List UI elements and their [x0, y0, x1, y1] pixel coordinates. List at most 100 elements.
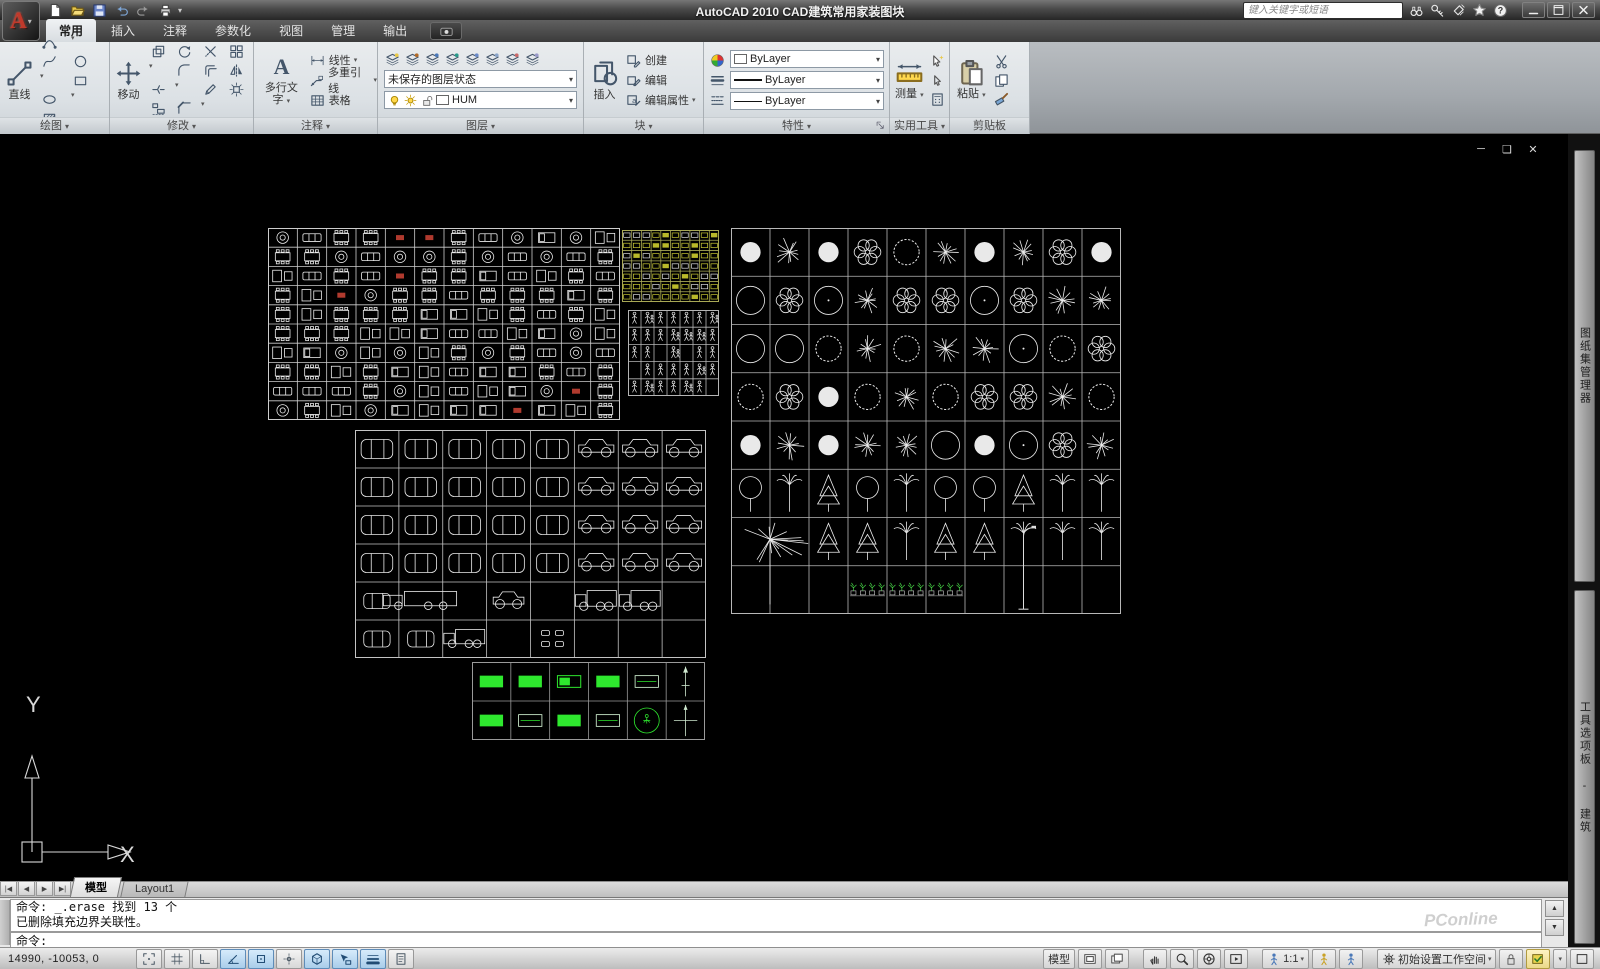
dim-icon[interactable] — [309, 52, 326, 69]
sun-icon[interactable] — [404, 92, 417, 108]
edit-block-icon[interactable] — [625, 72, 642, 89]
ribbon-tab-注释[interactable]: 注释 — [150, 19, 200, 42]
status-menu-caret[interactable]: ▾ — [1553, 949, 1567, 969]
layer-tool-1-icon[interactable] — [384, 51, 401, 67]
create-block-icon[interactable] — [625, 52, 642, 69]
layer-tool-3-icon[interactable] — [424, 51, 441, 67]
color-wheel-icon[interactable] — [709, 52, 726, 68]
ellipse-tool-button[interactable] — [40, 91, 58, 108]
annotation-scale-button[interactable]: 1:1▾ — [1262, 949, 1309, 969]
panel-title[interactable]: 修改 ▾ — [110, 117, 253, 134]
ducs-toggle-button[interactable] — [304, 949, 330, 969]
layer-tool-8-icon[interactable] — [524, 51, 541, 67]
ribbon-tab-参数化[interactable]: 参数化 — [202, 19, 264, 42]
chevron-down-icon[interactable]: ▾ — [149, 62, 172, 79]
panel-title[interactable]: 特性 ▾ — [704, 117, 889, 134]
ribbon-tab-视图[interactable]: 视图 — [266, 19, 316, 42]
layer-dropdown[interactable]: HUM▾ — [384, 91, 577, 109]
copy-tool-button[interactable] — [149, 43, 167, 60]
panel-title[interactable]: 绘图 ▾ — [0, 117, 109, 134]
grid-toggle-button[interactable] — [164, 949, 190, 969]
window-close-button[interactable] — [1572, 2, 1595, 18]
steering-wheel-button[interactable] — [1197, 949, 1221, 969]
ribbon-tab-输出[interactable]: 输出 — [370, 19, 420, 42]
drawing-minimize-button[interactable]: ─ — [1474, 143, 1488, 156]
cut-button[interactable] — [993, 53, 1011, 70]
command-scroll-up[interactable]: ▲ — [1545, 900, 1564, 917]
status-bar-menu-button[interactable] — [1526, 949, 1550, 969]
panel-title[interactable]: 剪贴板 — [950, 117, 1029, 134]
unlock-icon[interactable] — [420, 92, 433, 108]
paste-button[interactable]: 粘贴 ▾ — [954, 57, 989, 104]
drawing-close-button[interactable]: ✕ — [1526, 143, 1540, 156]
undo-button[interactable] — [112, 3, 131, 18]
break-tool-button[interactable] — [149, 81, 167, 98]
tool-palettes-tab[interactable]: 工具选项板 - 建筑 — [1574, 590, 1595, 944]
lineweight-dropdown[interactable]: ByLayer▾ — [730, 71, 884, 89]
panel-title[interactable]: 块 ▾ — [584, 117, 703, 134]
move-tool-button[interactable]: 移动 — [112, 58, 145, 103]
plot-button[interactable] — [156, 3, 175, 18]
dyn-toggle-button[interactable] — [332, 949, 358, 969]
rotate-tool-button[interactable] — [175, 43, 193, 60]
offset-tool-button[interactable] — [201, 62, 219, 79]
lineweight-icon[interactable] — [709, 72, 726, 88]
chevron-down-icon[interactable]: ▾ — [201, 100, 224, 117]
table-icon[interactable] — [309, 92, 326, 109]
copy-clip-button[interactable] — [993, 72, 1011, 89]
chevron-down-icon[interactable]: ▾ — [175, 81, 198, 98]
select-similar-button[interactable] — [929, 72, 947, 89]
media-button[interactable] — [430, 22, 462, 40]
circle-tool-button[interactable] — [71, 53, 89, 70]
window-minimize-button[interactable] — [1522, 2, 1545, 18]
toolbar-lock-button[interactable] — [1499, 949, 1523, 969]
explode-tool-button[interactable] — [227, 81, 245, 98]
layer-tool-5-icon[interactable] — [464, 51, 481, 67]
sheet-set-manager-tab[interactable]: 图纸集管理器 — [1574, 150, 1595, 582]
edit-block-button[interactable]: 编辑 — [625, 70, 696, 90]
linetype-dropdown[interactable]: ByLayer▾ — [730, 92, 884, 110]
osnap-toggle-button[interactable] — [248, 949, 274, 969]
quick-select-button[interactable] — [929, 53, 947, 70]
polar-toggle-button[interactable] — [220, 949, 246, 969]
layout-nav-next-button[interactable]: ▶ — [36, 881, 53, 896]
chamfer-tool-button[interactable] — [175, 100, 193, 117]
quick-view-drawings-button[interactable] — [1105, 949, 1129, 969]
command-scroll-down[interactable]: ▼ — [1545, 919, 1564, 936]
open-button[interactable] — [68, 3, 87, 18]
quick-calc-button[interactable] — [929, 91, 947, 108]
auto-annotation-button[interactable] — [1339, 949, 1363, 969]
ortho-toggle-button[interactable] — [192, 949, 218, 969]
bulb-icon[interactable] — [388, 92, 401, 108]
erase-tool-button[interactable] — [201, 81, 219, 98]
trim-tool-button[interactable] — [201, 43, 219, 60]
array-tool-button[interactable] — [227, 43, 245, 60]
save-button[interactable] — [90, 3, 109, 18]
qp-toggle-button[interactable] — [388, 949, 414, 969]
qat-customize-button[interactable]: ▾ — [178, 6, 182, 15]
insert-block-button[interactable]: 插入 — [588, 58, 621, 103]
fillet-tool-button[interactable] — [175, 62, 193, 79]
workspace-switching-button[interactable]: 初始设置工作空间▾ — [1377, 949, 1497, 969]
chevron-down-icon[interactable]: ▾ — [71, 91, 93, 108]
clean-screen-button[interactable] — [1570, 949, 1594, 969]
layer-tool-6-icon[interactable] — [484, 51, 501, 67]
layer-tool-7-icon[interactable] — [504, 51, 521, 67]
line-tool-button[interactable]: 直线 — [3, 58, 36, 103]
create-block-button[interactable]: 创建 — [625, 50, 696, 70]
quick-view-layouts-button[interactable] — [1078, 949, 1102, 969]
star-icon[interactable] — [1471, 3, 1488, 18]
dialog-launcher-icon[interactable] — [875, 120, 886, 131]
layout-nav-last-button[interactable]: ▶| — [54, 881, 71, 896]
layer-state-dropdown[interactable]: 未保存的图层状态▾ — [384, 70, 577, 88]
mirror-tool-button[interactable] — [227, 62, 245, 79]
align-tool-button[interactable] — [149, 100, 167, 117]
redo-button[interactable] — [134, 3, 153, 18]
layout-tab-Layout1[interactable]: Layout1 — [120, 881, 189, 897]
arc-tool-button[interactable] — [40, 34, 58, 51]
command-grip[interactable] — [0, 900, 10, 945]
layout-nav-first-button[interactable]: |◀ — [0, 881, 17, 896]
help-icon[interactable]: ? — [1492, 3, 1509, 18]
edit-attributes-button[interactable]: a编辑属性▾ — [625, 90, 696, 110]
window-maximize-button[interactable] — [1547, 2, 1570, 18]
